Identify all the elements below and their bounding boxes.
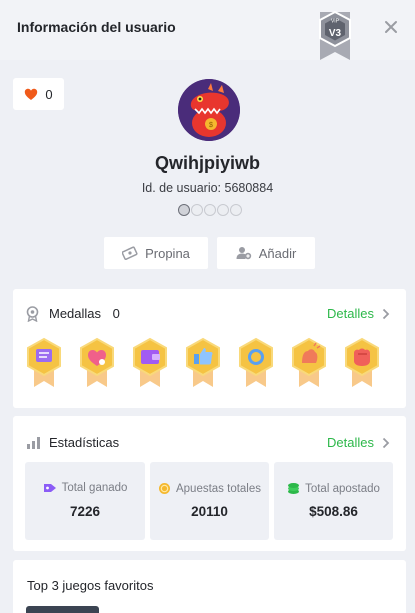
favorite-game-thumbnail[interactable]	[26, 606, 99, 613]
stat-total-won-label: Total ganado	[61, 482, 128, 494]
chevron-right-icon	[382, 308, 390, 319]
medal-icon	[26, 306, 39, 322]
tag-icon	[43, 484, 56, 492]
stats-title: Estadísticas	[49, 435, 120, 450]
level-dot-icon	[230, 204, 242, 216]
tip-icon	[122, 246, 138, 260]
like-button[interactable]: 0	[13, 78, 64, 110]
level-dot-icon	[178, 204, 190, 216]
coin-icon	[158, 483, 170, 494]
add-label: Añadir	[258, 245, 297, 261]
medal-heart-icon[interactable]	[78, 337, 116, 389]
stat-total-bets-label-row: Apuestas totales	[150, 482, 269, 495]
stat-total-bets-value: 20110	[191, 504, 228, 519]
level-dot-icon	[204, 204, 216, 216]
svg-text:$: $	[209, 122, 213, 129]
like-count: 0	[45, 86, 53, 102]
stats-card: Estadísticas Detalles Total ganado 7226 …	[13, 416, 406, 551]
close-icon	[385, 21, 397, 33]
user-id: Id. de usuario: 5680884	[141, 181, 274, 195]
vip-ribbon-text: VIP	[331, 19, 340, 25]
stat-total-bets-label: Apuestas totales	[175, 482, 262, 495]
medals-details-label: Detalles	[327, 306, 374, 321]
stats-details-link[interactable]: Detalles	[327, 435, 390, 450]
add-user-icon	[236, 247, 251, 260]
medal-coin-icon[interactable]	[237, 337, 275, 389]
favorites-title: Top 3 juegos favoritos	[27, 578, 154, 593]
level-indicator	[175, 202, 245, 218]
medals-list	[25, 337, 381, 389]
username: Qwihjpiyiwb	[154, 153, 260, 173]
avatar: $	[178, 79, 240, 141]
level-dot-icon	[191, 204, 203, 216]
modal-header: Información del usuario VIP V3	[0, 0, 415, 60]
chevron-right-icon	[382, 437, 390, 448]
medals-count: 0	[112, 306, 120, 321]
medal-chat-icon[interactable]	[25, 337, 63, 389]
stat-total-won-value: 7226	[69, 504, 101, 519]
dragon-avatar-icon: $	[178, 79, 240, 141]
favorites-card: Top 3 juegos favoritos	[13, 560, 406, 613]
stats-details-label: Detalles	[327, 435, 374, 450]
medal-hand-icon[interactable]	[290, 337, 328, 389]
add-friend-button[interactable]: Añadir	[217, 237, 315, 269]
stat-total-wagered: Total apostado $508.86	[274, 462, 393, 540]
tip-label: Propina	[145, 245, 190, 261]
stat-total-wagered-label: Total apostado	[305, 482, 380, 495]
stat-total-bets: Apuestas totales 20110	[150, 462, 269, 540]
medal-thumb-icon[interactable]	[184, 337, 222, 389]
vip-badge-icon: VIP V3	[319, 10, 351, 60]
level-dot-icon	[217, 204, 229, 216]
medals-title: Medallas 0	[49, 306, 120, 321]
vip-level-text: V3	[329, 28, 342, 39]
heart-icon	[25, 88, 38, 100]
coins-stack-icon	[288, 483, 300, 494]
stat-total-wagered-value: $508.86	[309, 504, 358, 519]
medals-details-link[interactable]: Detalles	[327, 306, 390, 321]
medal-wallet-icon[interactable]	[131, 337, 169, 389]
medals-title-text: Medallas	[49, 306, 102, 321]
medals-card: Medallas 0 Detalles	[13, 289, 406, 408]
stat-total-won-label-row: Total ganado	[25, 482, 145, 494]
stat-total-wagered-label-row: Total apostado	[274, 482, 393, 495]
close-button[interactable]	[380, 18, 402, 40]
modal-title: Información del usuario	[17, 19, 176, 35]
medal-fist-icon[interactable]	[343, 337, 381, 389]
stat-total-won: Total ganado 7226	[25, 462, 145, 540]
bar-chart-icon	[27, 437, 40, 449]
tip-button[interactable]: Propina	[104, 237, 208, 269]
